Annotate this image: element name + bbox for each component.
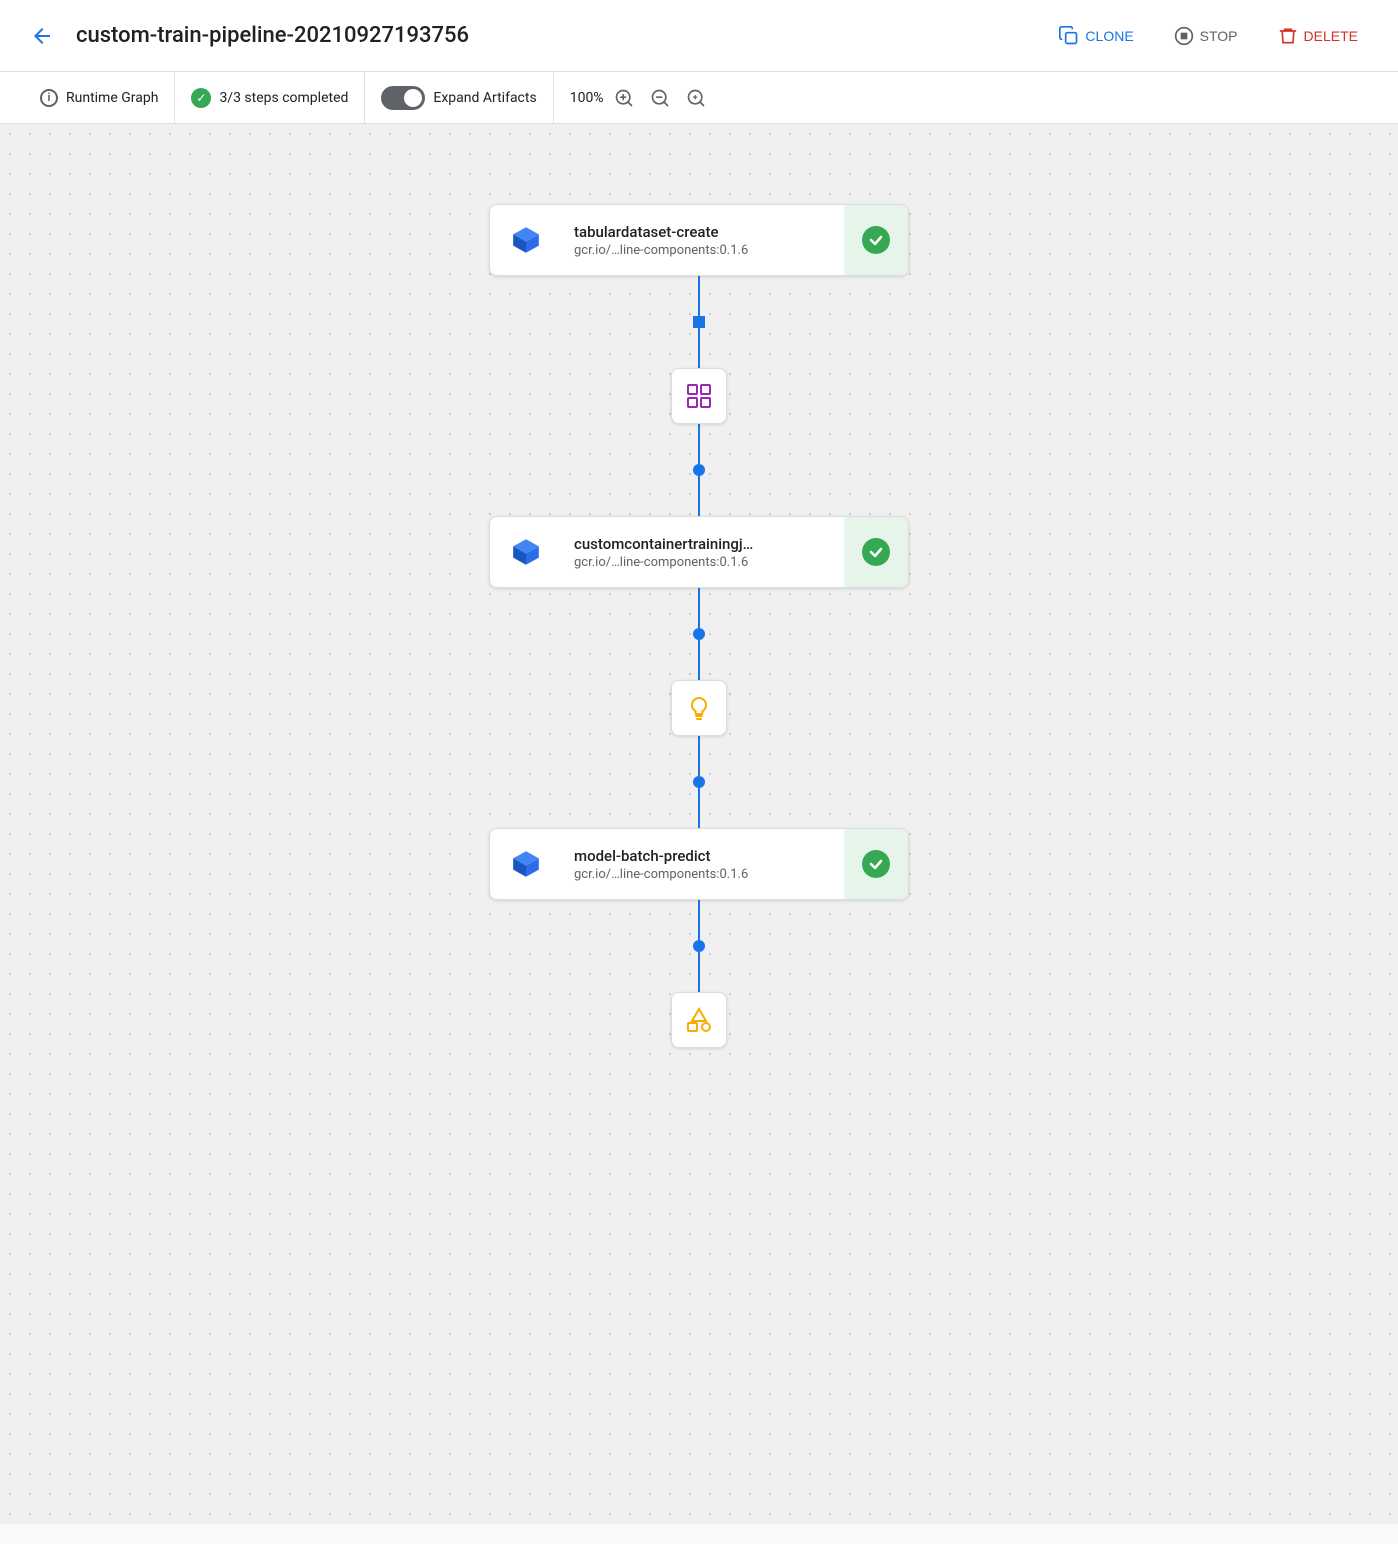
connector-1: [693, 276, 705, 368]
connector-3: [693, 588, 705, 680]
dot-5: [693, 940, 705, 952]
zoom-in-icon: [614, 88, 634, 108]
node1-success-icon: [862, 226, 890, 254]
artifact-node-2[interactable]: [671, 680, 727, 736]
node2-subtitle: gcr.io/…line-components:0.1.6: [574, 555, 832, 570]
cube-icon-2: [510, 536, 542, 568]
dot-2: [693, 464, 705, 476]
cube-icon-3: [510, 848, 542, 880]
cube-icon-1: [510, 224, 542, 256]
clone-button[interactable]: CLONE: [1043, 18, 1149, 54]
node2-success-icon: [862, 538, 890, 566]
line-3b: [698, 640, 700, 680]
line-3a: [698, 588, 700, 628]
delete-button[interactable]: DELETE: [1262, 18, 1374, 54]
info-icon: i: [40, 89, 58, 107]
node1-name: tabulardataset-create: [574, 223, 832, 241]
node3-status: [844, 828, 908, 900]
steps-completed: ✓ 3/3 steps completed: [175, 72, 365, 123]
node1-icon-area: [490, 204, 562, 276]
header: custom-train-pipeline-20210927193756 CLO…: [0, 0, 1398, 72]
zoom-level: 100%: [570, 90, 604, 106]
runtime-graph-tab[interactable]: i Runtime Graph: [24, 72, 175, 123]
pipeline-node-2[interactable]: customcontainertrainingj… gcr.io/…line-c…: [489, 516, 909, 588]
dataset-icon: [685, 382, 713, 410]
zoom-out-icon: [650, 88, 670, 108]
pipeline-canvas: tabulardataset-create gcr.io/…line-compo…: [0, 124, 1398, 1524]
model-icon: [685, 694, 713, 722]
node1-subtitle: gcr.io/…line-components:0.1.6: [574, 243, 832, 258]
toolbar: i Runtime Graph ✓ 3/3 steps completed Ex…: [0, 72, 1398, 124]
line-1a: [698, 276, 700, 316]
delete-icon: [1278, 26, 1298, 46]
zoom-controls: 100%: [554, 82, 728, 114]
dot-4: [693, 776, 705, 788]
zoom-in-button[interactable]: [608, 82, 640, 114]
pipeline-flow: tabulardataset-create gcr.io/…line-compo…: [489, 204, 909, 1048]
clone-icon: [1059, 26, 1079, 46]
line-4a: [698, 736, 700, 776]
dot-1: [693, 316, 705, 328]
node1-status: [844, 204, 908, 276]
node2-info: customcontainertrainingj… gcr.io/…line-c…: [562, 535, 844, 570]
line-2a: [698, 424, 700, 464]
page-title: custom-train-pipeline-20210927193756: [76, 23, 1027, 48]
expand-artifacts-switch[interactable]: [381, 86, 425, 110]
node2-icon-area: [490, 516, 562, 588]
back-button[interactable]: [24, 18, 60, 54]
artifact-node-3[interactable]: [671, 992, 727, 1048]
node3-icon-area: [490, 828, 562, 900]
connector-5: [693, 900, 705, 992]
line-1b: [698, 328, 700, 368]
line-4b: [698, 788, 700, 828]
node1-info: tabulardataset-create gcr.io/…line-compo…: [562, 223, 844, 258]
node3-name: model-batch-predict: [574, 847, 832, 865]
node2-status: [844, 516, 908, 588]
node3-info: model-batch-predict gcr.io/…line-compone…: [562, 847, 844, 882]
pipeline-node-3[interactable]: model-batch-predict gcr.io/…line-compone…: [489, 828, 909, 900]
expand-artifacts-toggle[interactable]: Expand Artifacts: [365, 72, 553, 123]
connector-2: [693, 424, 705, 516]
toggle-thumb: [404, 89, 422, 107]
steps-check-icon: ✓: [191, 88, 211, 108]
pipeline-node-1[interactable]: tabulardataset-create gcr.io/…line-compo…: [489, 204, 909, 276]
zoom-fit-button[interactable]: [680, 82, 712, 114]
header-actions: CLONE STOP DELETE: [1043, 18, 1374, 54]
dot-3: [693, 628, 705, 640]
zoom-out-button[interactable]: [644, 82, 676, 114]
line-2b: [698, 476, 700, 516]
connector-4: [693, 736, 705, 828]
output-icon: [684, 1005, 714, 1035]
toggle-container: [381, 86, 425, 110]
stop-button[interactable]: STOP: [1158, 18, 1254, 54]
stop-icon: [1174, 26, 1194, 46]
artifact-node-1[interactable]: [671, 368, 727, 424]
line-5b: [698, 952, 700, 992]
line-5a: [698, 900, 700, 940]
node2-name: customcontainertrainingj…: [574, 535, 832, 553]
node3-subtitle: gcr.io/…line-components:0.1.6: [574, 867, 832, 882]
node3-success-icon: [862, 850, 890, 878]
zoom-fit-icon: [686, 88, 706, 108]
